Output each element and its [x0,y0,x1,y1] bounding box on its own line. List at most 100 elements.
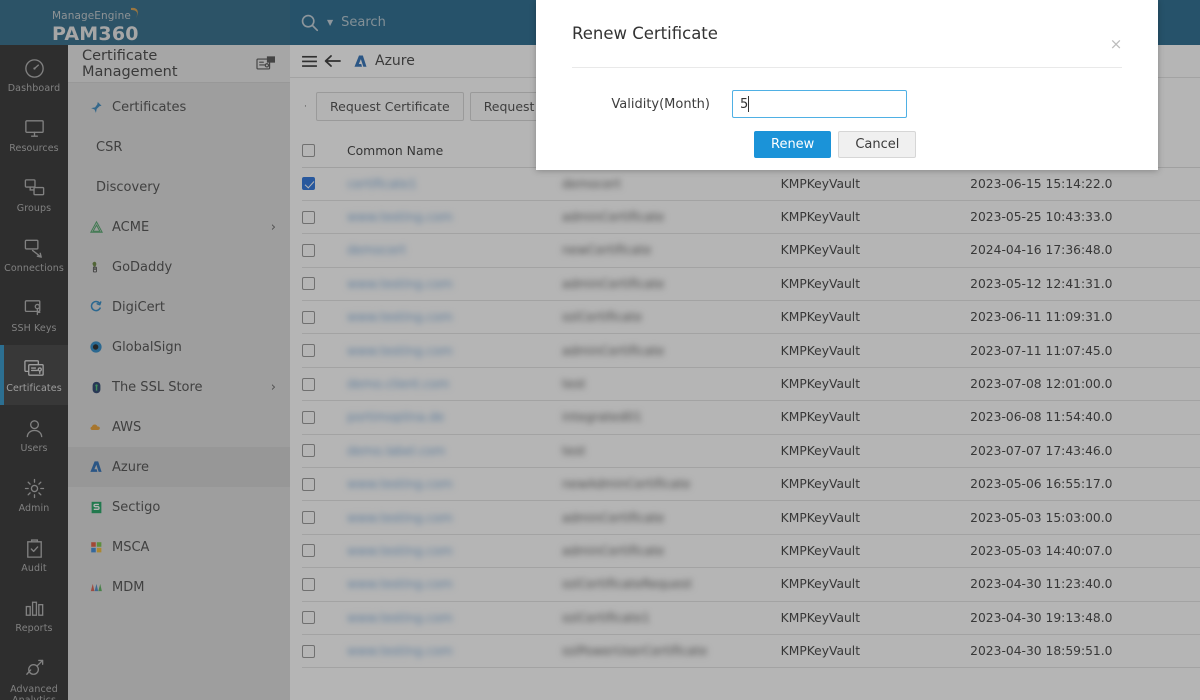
table-row[interactable]: www.testing.comsslCertificateKMPKeyVault… [302,301,1200,334]
table-row[interactable]: www.testing.comadminCertificateKMPKeyVau… [302,534,1200,567]
close-icon[interactable]: × [1108,36,1124,52]
sidebar-item-admin[interactable]: Admin [0,465,68,525]
table-row[interactable]: www.testing.comadminCertificateKMPKeyVau… [302,200,1200,233]
request-certificate-button[interactable]: Request Certificate [316,92,464,121]
common-name-link[interactable]: demo.label.com [347,444,445,458]
row-checkbox-cell[interactable] [302,200,347,233]
table-row[interactable]: www.testing.comadminCertificateKMPKeyVau… [302,501,1200,534]
common-name-link[interactable]: www.testing.com [347,477,453,491]
brand-logo[interactable]: ManageEngine PAM360 [0,0,290,45]
row-checkbox[interactable] [302,411,315,424]
cell-common-name[interactable]: www.testing.com [347,301,562,334]
subnav-item-csr[interactable]: CSR [68,127,290,167]
cell-common-name[interactable]: www.testing.com [347,568,562,601]
row-checkbox[interactable] [302,511,315,524]
renew-button[interactable]: Renew [754,131,831,158]
row-checkbox[interactable] [302,244,315,257]
subnav-item-aws[interactable]: AWS [68,407,290,447]
subnav-item-certificates[interactable]: Certificates [68,87,290,127]
sidebar-item-connections[interactable]: Connections [0,225,68,285]
cancel-button[interactable]: Cancel [838,131,916,158]
common-name-link[interactable]: www.testing.com [347,511,453,525]
row-checkbox[interactable] [302,344,315,357]
common-name-link[interactable]: www.testing.com [347,644,453,658]
sidebar-item-groups[interactable]: Groups [0,165,68,225]
row-checkbox-cell[interactable] [302,367,347,400]
subnav-item-acme[interactable]: ACME › [68,207,290,247]
row-checkbox-cell[interactable] [302,267,347,300]
subnav-item-mdm[interactable]: MDM [68,567,290,607]
table-row[interactable]: www.testing.comnewAdminCertificateKMPKey… [302,468,1200,501]
cell-common-name[interactable]: portimoplina.de [347,401,562,434]
common-name-link[interactable]: democert [347,243,406,257]
row-checkbox[interactable] [302,611,315,624]
common-name-link[interactable]: demo.client.com [347,377,450,391]
cell-common-name[interactable]: www.testing.com [347,267,562,300]
table-row[interactable]: www.testing.comsslPowerUserCertificateKM… [302,634,1200,667]
row-checkbox-cell[interactable] [302,167,347,200]
row-checkbox-cell[interactable] [302,534,347,567]
row-checkbox-cell[interactable] [302,568,347,601]
common-name-link[interactable]: www.testing.com [347,611,453,625]
sidebar-item-dashboard[interactable]: Dashboard [0,45,68,105]
row-checkbox-cell[interactable] [302,634,347,667]
sidebar-item-ssh-keys[interactable]: SSH Keys [0,285,68,345]
subnav-item-globalsign[interactable]: GlobalSign [68,327,290,367]
sidebar-item-certificates[interactable]: Certificates [0,345,68,405]
row-checkbox-cell[interactable] [302,334,347,367]
row-checkbox-cell[interactable] [302,401,347,434]
row-checkbox[interactable] [302,378,315,391]
common-name-link[interactable]: certificate1 [347,177,417,191]
chevron-right-icon[interactable]: › [271,220,276,235]
certificate-manage-icon[interactable] [256,55,276,73]
search-input[interactable]: Search [341,15,386,30]
row-checkbox[interactable] [302,177,315,190]
row-checkbox-cell[interactable] [302,501,347,534]
table-row[interactable]: portimoplina.deintegrated01KMPKeyVault20… [302,401,1200,434]
cell-common-name[interactable]: demo.client.com [347,367,562,400]
table-row[interactable]: www.testing.comadminCertificateKMPKeyVau… [302,267,1200,300]
cell-common-name[interactable]: www.testing.com [347,501,562,534]
cell-common-name[interactable]: www.testing.com [347,534,562,567]
cell-common-name[interactable]: www.testing.com [347,468,562,501]
row-checkbox-cell[interactable] [302,434,347,467]
common-name-link[interactable]: www.testing.com [347,577,453,591]
caret-down-icon[interactable]: ▼ [327,18,333,27]
common-name-link[interactable]: www.testing.com [347,344,453,358]
sidebar-item-audit[interactable]: Audit [0,525,68,585]
cell-common-name[interactable]: www.testing.com [347,601,562,634]
select-all-cell[interactable] [302,135,347,167]
row-checkbox[interactable] [302,645,315,658]
row-checkbox-cell[interactable] [302,468,347,501]
common-name-link[interactable]: www.testing.com [347,310,453,324]
sidebar-item-users[interactable]: Users [0,405,68,465]
sidebar-item-resources[interactable]: Resources [0,105,68,165]
hamburger-icon[interactable] [302,54,317,68]
subnav-item-the-ssl-store[interactable]: The SSL Store › [68,367,290,407]
row-checkbox[interactable] [302,211,315,224]
table-row[interactable]: demo.client.comtestKMPKeyVault2023-07-08… [302,367,1200,400]
subnav-item-discovery[interactable]: Discovery [68,167,290,207]
row-checkbox[interactable] [302,311,315,324]
common-name-link[interactable]: www.testing.com [347,544,453,558]
subnav-item-godaddy[interactable]: GoDaddy [68,247,290,287]
subnav-item-sectigo[interactable]: Sectigo [68,487,290,527]
row-checkbox[interactable] [302,277,315,290]
table-row[interactable]: democertnewCertificateKMPKeyVault2024-04… [302,234,1200,267]
row-checkbox[interactable] [302,444,315,457]
subnav-item-azure[interactable]: Azure [68,447,290,487]
row-checkbox[interactable] [302,544,315,557]
table-row[interactable]: www.testing.comsslCertificate1KMPKeyVaul… [302,601,1200,634]
common-name-link[interactable]: www.testing.com [347,277,453,291]
sidebar-item-advanced-analytics[interactable]: Advanced Analytics [0,645,68,700]
table-row[interactable]: www.testing.comsslCertificateRequestKMPK… [302,568,1200,601]
cell-common-name[interactable]: www.testing.com [347,200,562,233]
back-arrow-icon[interactable] [323,54,341,68]
cell-common-name[interactable]: democert [347,234,562,267]
subnav-item-digicert[interactable]: DigiCert [68,287,290,327]
chevron-right-icon[interactable]: › [271,380,276,395]
cell-common-name[interactable]: www.testing.com [347,634,562,667]
table-row[interactable]: www.testing.comadminCertificateKMPKeyVau… [302,334,1200,367]
subnav-item-msca[interactable]: MSCA [68,527,290,567]
common-name-link[interactable]: portimoplina.de [347,410,444,424]
